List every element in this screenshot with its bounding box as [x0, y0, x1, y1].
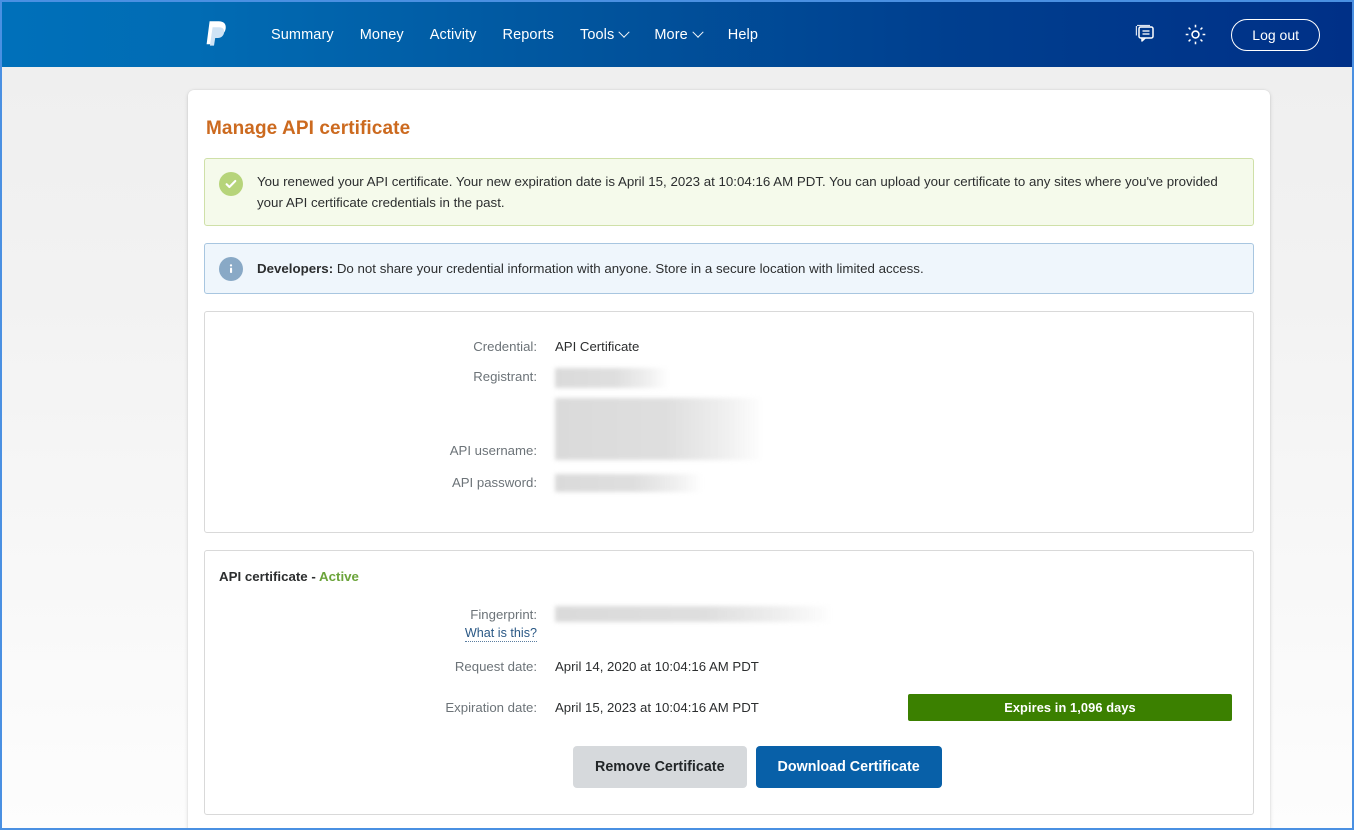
credentials-panel: Credential: API Certificate Registrant: … [204, 311, 1254, 534]
redacted-block [555, 474, 701, 493]
credential-row: Credential: API Certificate [205, 338, 1253, 356]
request-date-row: Request date: April 14, 2020 at 10:04:16… [205, 658, 1253, 676]
main-navigation: Summary Money Activity Reports Tools Mor… [258, 19, 771, 51]
check-circle-icon [219, 172, 243, 196]
info-circle-icon [219, 257, 243, 282]
nav-item-help[interactable]: Help [715, 19, 771, 51]
paypal-logo[interactable] [198, 16, 236, 54]
registrant-value-redacted [555, 368, 667, 389]
certificate-title-prefix: API certificate - [219, 569, 320, 585]
developer-info-alert: Developers: Do not share your credential… [204, 243, 1254, 295]
nav-label: Summary [271, 26, 334, 43]
redacted-block [555, 606, 831, 623]
download-certificate-button[interactable]: Download Certificate [755, 746, 942, 789]
browser-viewport: Summary Money Activity Reports Tools Mor… [0, 0, 1354, 830]
nav-item-summary[interactable]: Summary [258, 19, 347, 51]
nav-item-reports[interactable]: Reports [490, 19, 567, 51]
gear-icon[interactable] [1181, 21, 1209, 49]
expiration-date-label: Expiration date: [445, 699, 537, 715]
expires-badge: Expires in 1,096 days [908, 694, 1232, 722]
status-badge: Active [319, 569, 359, 585]
request-date-label: Request date: [454, 659, 537, 675]
nav-label: Money [359, 26, 404, 43]
nav-label: Tools [580, 26, 615, 43]
what-is-this-row: What is this? [205, 624, 1253, 643]
api-username-label: API username: [449, 443, 537, 459]
message-icon[interactable] [1131, 21, 1159, 49]
fingerprint-value-redacted [555, 606, 831, 623]
certificate-actions: Remove Certificate Download Certificate [205, 746, 1253, 789]
expiration-date-row: Expiration date: April 15, 2023 at 10:04… [205, 694, 1253, 722]
nav-item-activity[interactable]: Activity [417, 19, 490, 51]
nav-item-tools[interactable]: Tools [567, 19, 641, 51]
logout-button[interactable]: Log out [1231, 18, 1320, 51]
what-is-this-link-wrap: What is this? [205, 624, 555, 643]
fingerprint-row: Fingerprint: [205, 606, 1253, 624]
page-body: Manage API certificate You renewed your … [2, 67, 1352, 828]
what-is-this-link[interactable]: What is this? [464, 626, 537, 643]
page-title: Manage API certificate [206, 118, 411, 139]
developer-info-alert-text: Developers: Do not share your credential… [257, 258, 924, 280]
developer-info-body: Do not share your credential information… [333, 260, 924, 276]
content-card: Manage API certificate You renewed your … [188, 90, 1270, 828]
success-alert: You renewed your API certificate. Your n… [204, 158, 1254, 227]
header-actions: Log out [1131, 18, 1320, 51]
nav-label: Help [727, 26, 759, 43]
success-alert-text: You renewed your API certificate. Your n… [257, 174, 1218, 210]
nav-label: Reports [502, 26, 554, 43]
api-password-label: API password: [451, 475, 537, 491]
nav-item-money[interactable]: Money [347, 19, 417, 51]
credential-label: Credential: [473, 339, 537, 355]
nav-label: More [654, 26, 688, 43]
remove-certificate-button[interactable]: Remove Certificate [573, 746, 747, 789]
chevron-down-icon [618, 26, 631, 38]
registrant-label: Registrant: [473, 369, 537, 385]
redacted-block [555, 368, 667, 389]
registrant-row: Registrant: [205, 368, 1253, 389]
fingerprint-label: Fingerprint: [470, 607, 537, 623]
api-password-value-redacted [555, 474, 701, 493]
developer-info-label: Developers: [257, 260, 334, 276]
request-date-value: April 14, 2020 at 10:04:16 AM PDT [555, 659, 759, 675]
api-username-row: API username: [205, 398, 1253, 461]
certificate-status-title: API certificate - Active [205, 569, 1253, 584]
credential-value: API Certificate [555, 339, 640, 355]
nav-item-more[interactable]: More [641, 19, 714, 51]
nav-label: Activity [429, 26, 477, 43]
site-header: Summary Money Activity Reports Tools Mor… [2, 2, 1352, 67]
api-username-value-redacted [555, 398, 761, 461]
api-password-row: API password: [205, 474, 1253, 493]
redacted-block [555, 398, 761, 461]
chevron-down-icon [692, 26, 704, 38]
expiration-date-value: April 15, 2023 at 10:04:16 AM PDT [555, 699, 759, 715]
certificate-panel: API certificate - Active Fingerprint: Wh… [204, 550, 1254, 816]
